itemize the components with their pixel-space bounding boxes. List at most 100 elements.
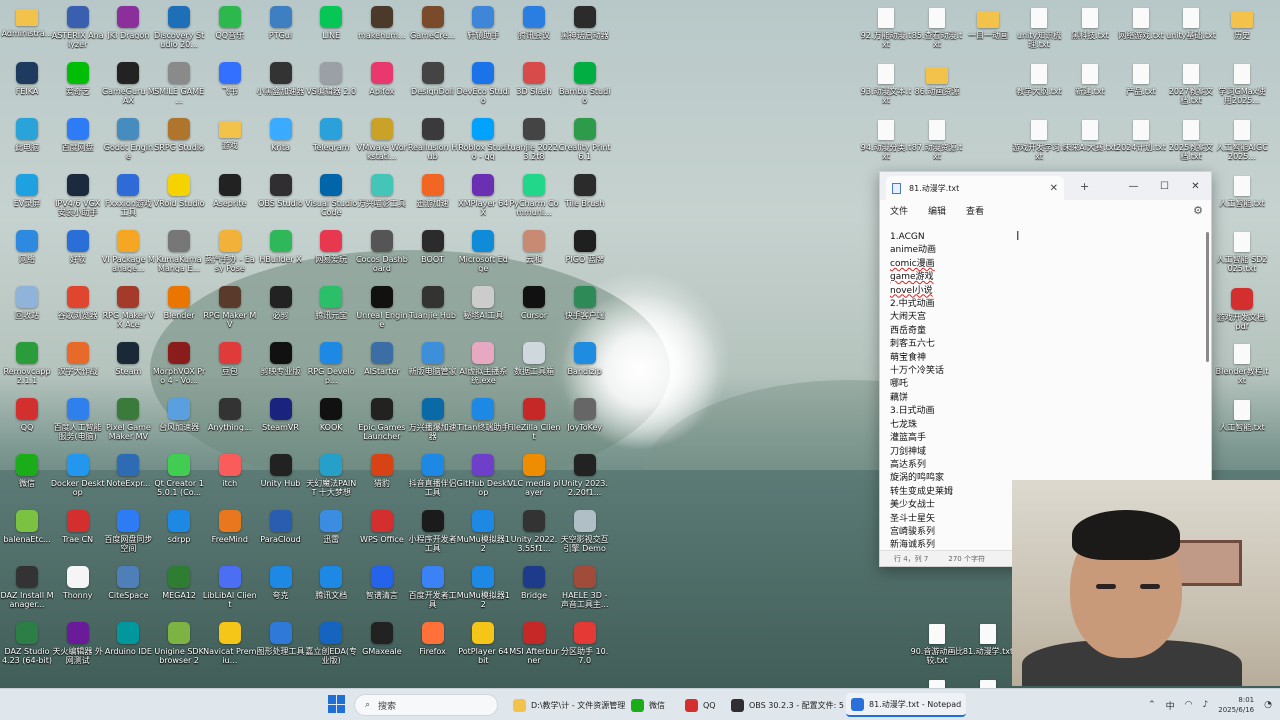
desktop-icon[interactable]: 百度开发者工具	[406, 562, 460, 618]
taskbar-app[interactable]: 微信	[626, 693, 670, 717]
desktop-icon[interactable]: WPS Office	[355, 506, 409, 562]
desktop-icon[interactable]: GMaxeale	[355, 618, 409, 674]
desktop-icon[interactable]: Fxxxion游戏工具	[101, 170, 155, 226]
desktop-icon[interactable]: 迅游加速	[406, 170, 460, 226]
desktop-icon[interactable]: Blender	[152, 282, 206, 338]
desktop-icon[interactable]: KOOK	[304, 394, 358, 450]
desktop-icon[interactable]: 小程序开发者工具	[406, 506, 460, 562]
desktop-icon[interactable]: HBuilder X	[254, 226, 308, 282]
ime-indicator[interactable]: 中	[1166, 699, 1175, 712]
desktop-icon[interactable]: Tuanjie Hub	[406, 282, 460, 338]
desktop-icon[interactable]: 小黑盒加速器	[254, 58, 308, 114]
desktop-icon[interactable]: Godot Engine	[101, 114, 155, 170]
desktop-icon[interactable]: Aseprite	[203, 170, 257, 226]
desktop-icon[interactable]: 必剪	[254, 282, 308, 338]
desktop-icon[interactable]: PyCharm Communi...	[507, 170, 561, 226]
desktop-icon[interactable]: 黑神话启动器	[558, 2, 612, 58]
desktop-file[interactable]: 2027教案文档.txt	[1164, 60, 1218, 116]
desktop-icon[interactable]: Bandizip	[558, 338, 612, 394]
desktop-file[interactable]: 游戏开发学习.txt	[1012, 116, 1066, 172]
desktop-file[interactable]: 未来AI大赛.txt	[1063, 116, 1117, 172]
desktop-icon[interactable]: 腾讯会议	[507, 2, 561, 58]
desktop-icon[interactable]: JoyToKey	[558, 394, 612, 450]
desktop-icon[interactable]: 微信	[0, 450, 54, 506]
desktop-icon[interactable]: AIStarter	[355, 338, 409, 394]
editor-scrollbar[interactable]	[1206, 232, 1209, 362]
minimize-icon[interactable]: —	[1118, 172, 1149, 200]
windows-start-icon[interactable]	[328, 695, 346, 713]
desktop-icon[interactable]: Discovery Studio 20...	[152, 2, 206, 58]
menu-file[interactable]: 文件	[890, 204, 908, 217]
desktop-icon[interactable]: 腾讯元宝	[304, 282, 358, 338]
desktop-file[interactable]: 2025教案文档.txt	[1164, 116, 1218, 172]
desktop-icon[interactable]: balenaEtc...	[0, 506, 54, 562]
taskbar-app[interactable]: 81.动漫学.txt - Notepad	[846, 693, 967, 717]
desktop-icon[interactable]: ASTERIX Analyzer	[51, 2, 105, 58]
desktop-icon[interactable]: DAZ Install Manager...	[0, 562, 54, 618]
desktop-icon[interactable]: 豆包	[203, 338, 257, 394]
desktop-icon[interactable]: Removcapp 2.1.1	[0, 338, 54, 394]
desktop-file[interactable]: 86.动画资源	[910, 60, 964, 116]
desktop-file[interactable]: 教学大纲.txt	[1012, 60, 1066, 116]
desktop-icon[interactable]: BOOT	[406, 226, 460, 282]
desktop-icon[interactable]: Bridge	[507, 562, 561, 618]
desktop-icon[interactable]: MuMu模拟器12	[456, 506, 510, 562]
desktop-icon[interactable]: Creality Print 6.1	[558, 114, 612, 170]
desktop-icon[interactable]: 万兴喵影工具	[355, 170, 409, 226]
desktop-icon[interactable]: 汉字大作战	[51, 338, 105, 394]
desktop-icon[interactable]: 百度人工智能服务(电脑)	[51, 394, 105, 450]
desktop-icon[interactable]: Reallusion Hub	[406, 114, 460, 170]
desktop-file[interactable]: Blender教程.txt	[1215, 340, 1269, 396]
desktop-icon[interactable]: OBS Studio	[254, 170, 308, 226]
desktop-icon[interactable]: NoteExpr...	[101, 450, 155, 506]
desktop-icon[interactable]: 万兴播爆加速器	[406, 394, 460, 450]
desktop-icon[interactable]: LibLibAI Client	[203, 562, 257, 618]
desktop-icon[interactable]: Navicat Premiu...	[203, 618, 257, 674]
desktop-icon[interactable]: GameCre...	[406, 2, 460, 58]
taskbar-app[interactable]: D:\教学\计 - 文件资源管理	[508, 693, 630, 717]
desktop-file[interactable]: unity基础.txt	[1164, 4, 1218, 60]
desktop-icon[interactable]: 数据工具箱	[507, 338, 561, 394]
desktop-icon[interactable]: XMPlayer 64X	[456, 170, 510, 226]
desktop-icon[interactable]: Docker Desktop	[51, 450, 105, 506]
desktop-icon[interactable]: Cocos Dashboard	[355, 226, 409, 282]
desktop-icon[interactable]: 迅雷	[304, 506, 358, 562]
desktop-icon[interactable]: Unreal Engine	[355, 282, 409, 338]
desktop-file[interactable]: 人工智能.txt	[1215, 172, 1269, 228]
desktop-icon[interactable]: 剪映专业版	[254, 338, 308, 394]
desktop-icon[interactable]: 爱奇艺	[51, 58, 105, 114]
taskbar-app[interactable]: QQ	[680, 693, 721, 717]
desktop-icon[interactable]: Unity 2023.2.20f1...	[558, 450, 612, 506]
desktop-icon[interactable]: 快手客户端	[558, 282, 612, 338]
desktop-icon[interactable]: 腾讯文档	[304, 562, 358, 618]
desktop-icon[interactable]: 嘉立创EDA(专业版)	[304, 618, 358, 674]
desktop-icon[interactable]: KumaKuma Manga E...	[152, 226, 206, 282]
taskbar-app[interactable]: OBS 30.2.3 - 配置文件: 5	[726, 693, 849, 717]
desktop-icon[interactable]: Unity 2022.3.55f1...	[507, 506, 561, 562]
desktop-icon[interactable]: QQ	[0, 394, 54, 450]
desktop-icon[interactable]: Visual Studio Code	[304, 170, 358, 226]
desktop-file[interactable]: 94.动漫分类.txt	[859, 116, 913, 172]
desktop-file[interactable]: 产品.txt	[1114, 60, 1168, 116]
desktop-file[interactable]: 92.万能动漫.txt	[859, 4, 913, 60]
desktop-icon[interactable]: PotPlayer 64 bit	[456, 618, 510, 674]
desktop-icon[interactable]: PTGui	[254, 2, 308, 58]
desktop-icon[interactable]: Bambu Studio	[558, 58, 612, 114]
desktop-file[interactable]: 历史	[1215, 4, 1269, 60]
desktop-icon[interactable]: MEGA12	[152, 562, 206, 618]
desktop-icon[interactable]: Unigine SDK browser 2	[152, 618, 206, 674]
desktop-icon[interactable]: VLC media player	[507, 450, 561, 506]
desktop-icon[interactable]: Qt Creator 15.0.1 (Co...	[152, 450, 206, 506]
desktop-file[interactable]: 2024计划.txt	[1114, 116, 1168, 172]
desktop-icon[interactable]: FEIKA	[0, 58, 54, 114]
desktop-icon[interactable]: Krita	[254, 114, 308, 170]
desktop-icon[interactable]: CiteSpace	[101, 562, 155, 618]
desktop-file[interactable]: 人工智能.txt	[1215, 396, 1269, 452]
desktop-icon[interactable]: 好软	[51, 226, 105, 282]
desktop-icon[interactable]: RPG Develop...	[304, 338, 358, 394]
desktop-icon[interactable]: Titan终端助手	[456, 394, 510, 450]
desktop-icon[interactable]: Apifox	[355, 58, 409, 114]
desktop-icon[interactable]: Roblox Studio - qq	[456, 114, 510, 170]
desktop-icon[interactable]: 飞书	[203, 58, 257, 114]
desktop-icon[interactable]: ParaCloud	[254, 506, 308, 562]
